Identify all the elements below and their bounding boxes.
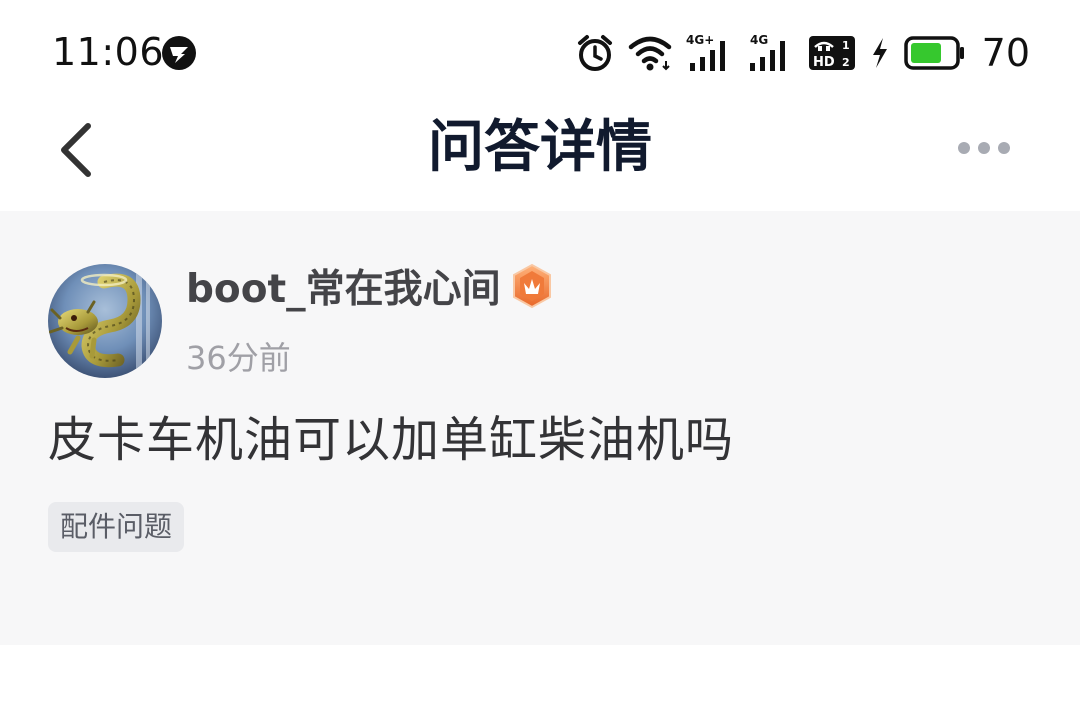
page-title: 问答详情 <box>428 115 652 180</box>
question-card: boot_常在我心间 36分前 皮卡车机油可以加单缸柴油机吗 配件问题 <box>0 211 1080 645</box>
user-level-badge-icon <box>512 263 551 309</box>
network-2-label: 4G <box>750 33 768 47</box>
nav-bar: 问答详情 <box>0 100 1080 210</box>
post-timestamp: 36分前 <box>186 339 291 377</box>
username-row: boot_常在我心间 <box>186 258 553 314</box>
signal-4g-plus-icon: 4G+ <box>686 33 725 71</box>
sim-2-label: 2 <box>842 56 850 69</box>
status-indicators: 4G+ 4G HD 1 2 70 <box>576 30 1030 76</box>
app-notification-icon <box>162 36 196 70</box>
bottom-area <box>0 645 1080 706</box>
status-bar: 11:06 4G+ 4G HD 1 2 70 <box>0 0 1080 100</box>
wifi-icon <box>628 36 671 71</box>
more-options-button[interactable] <box>948 128 1020 168</box>
status-time: 11:06 <box>52 30 165 74</box>
charging-bolt-icon <box>872 38 887 68</box>
network-1-label: 4G+ <box>686 33 714 47</box>
hd-volte-icon: HD 1 2 <box>808 36 855 70</box>
more-dots-icon <box>958 142 1010 154</box>
battery-icon <box>903 36 964 70</box>
question-text: 皮卡车机油可以加单缸柴油机吗 <box>48 412 735 468</box>
username[interactable]: boot_常在我心间 <box>186 258 501 314</box>
avatar[interactable] <box>48 264 162 378</box>
alarm-icon <box>577 35 612 71</box>
battery-level: 70 <box>981 31 1030 75</box>
category-tag[interactable]: 配件问题 <box>48 502 185 552</box>
hd-label: HD <box>813 55 835 70</box>
signal-4g-icon: 4G <box>749 33 785 71</box>
sim-1-label: 1 <box>842 39 850 52</box>
dragon-avatar-image <box>48 264 162 378</box>
